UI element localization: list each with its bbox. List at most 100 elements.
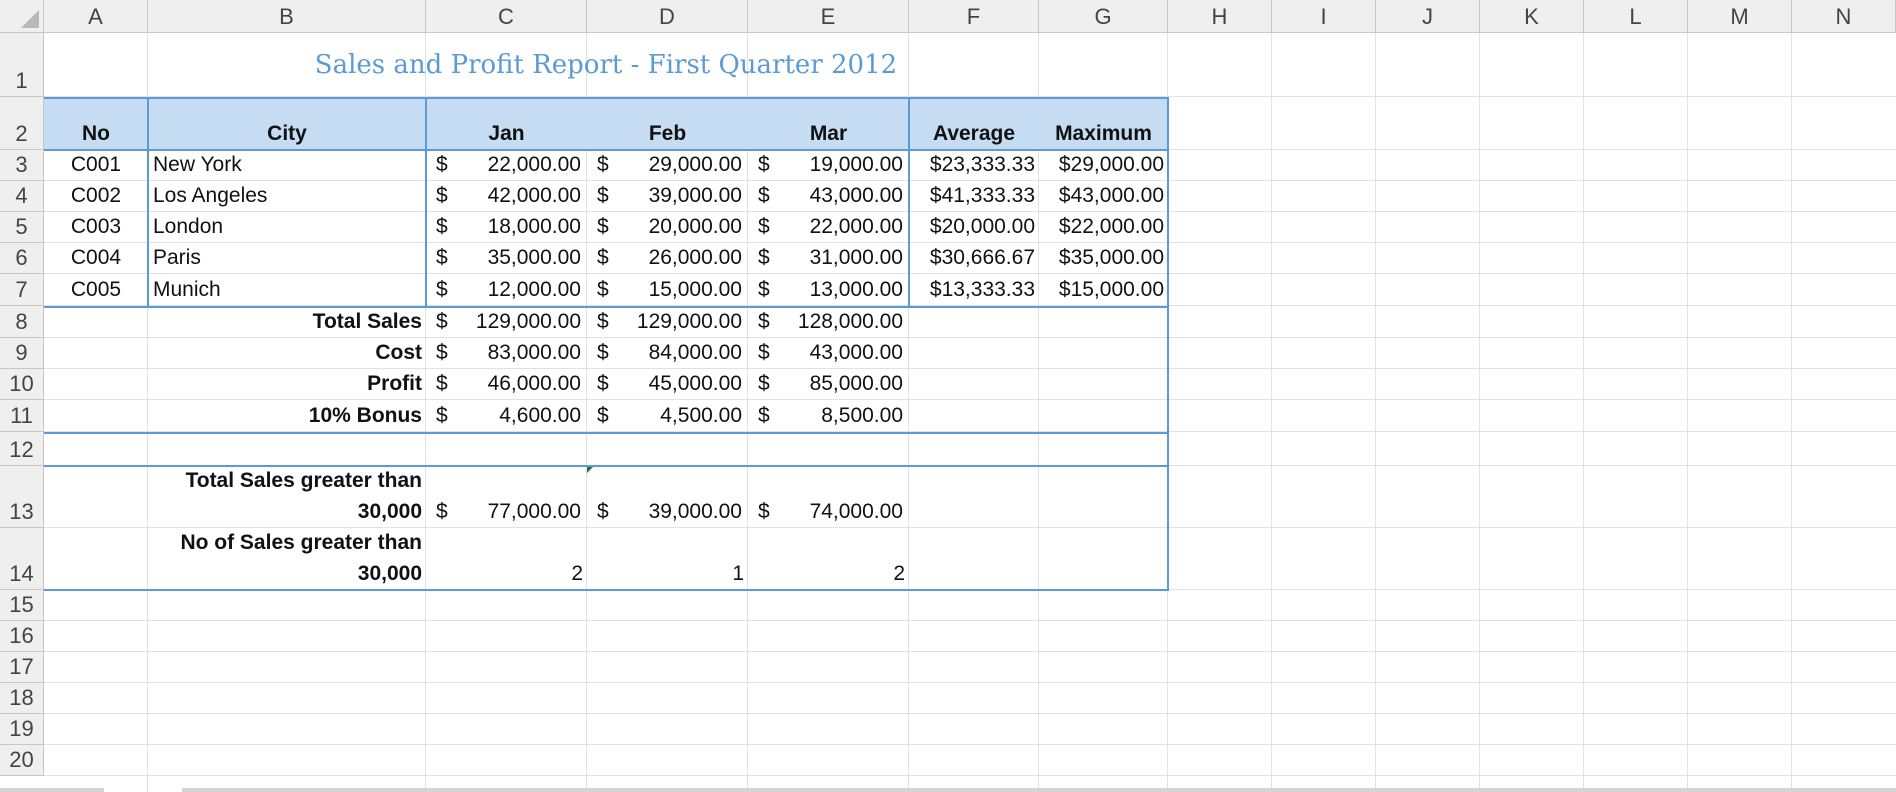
cell-jan[interactable]: $42,000.00 <box>426 181 587 212</box>
greater-than-total-label-line1[interactable]: Total Sales greater than <box>148 466 426 497</box>
row-header-15[interactable]: 15 <box>0 590 44 621</box>
summary-mar[interactable]: $8,500.00 <box>748 400 909 432</box>
row-header-5[interactable]: 5 <box>0 212 44 243</box>
summary-label[interactable]: Profit <box>148 369 426 400</box>
greater-than-count-label-line2[interactable]: 30,000 <box>148 559 426 590</box>
cell-feb[interactable]: $20,000.00 <box>587 212 748 243</box>
cell-no[interactable]: C001 <box>44 150 148 181</box>
cell-feb[interactable]: $29,000.00 <box>587 150 748 181</box>
column-header-e[interactable]: E <box>748 0 909 33</box>
cell-average[interactable]: $20,000.00 <box>909 212 1039 243</box>
horizontal-scrollbar[interactable] <box>182 788 1896 792</box>
report-title[interactable]: Sales and Profit Report - First Quarter … <box>44 33 1168 97</box>
cell-maximum[interactable]: $15,000.00 <box>1039 274 1168 306</box>
column-header-b[interactable]: B <box>148 0 426 33</box>
summary-feb[interactable]: $129,000.00 <box>587 306 748 338</box>
summary-jan[interactable]: $83,000.00 <box>426 338 587 369</box>
cell-no[interactable]: C005 <box>44 274 148 306</box>
cell-mar[interactable]: $13,000.00 <box>748 274 909 306</box>
cell-mar[interactable]: $19,000.00 <box>748 150 909 181</box>
column-header-c[interactable]: C <box>426 0 587 33</box>
column-header-i[interactable]: I <box>1272 0 1376 33</box>
row-header-18[interactable]: 18 <box>0 683 44 714</box>
summary-jan[interactable]: $4,600.00 <box>426 400 587 432</box>
sheet-tab-strip[interactable] <box>0 788 104 792</box>
cell-average[interactable]: $41,333.33 <box>909 181 1039 212</box>
summary-jan[interactable]: $129,000.00 <box>426 306 587 338</box>
cell-no[interactable]: C003 <box>44 212 148 243</box>
cell-city[interactable]: Paris <box>148 243 426 274</box>
header-mar[interactable]: Mar <box>748 97 909 150</box>
header-no[interactable]: No <box>44 97 148 150</box>
cell-mar[interactable]: $22,000.00 <box>748 212 909 243</box>
cell-feb[interactable]: $26,000.00 <box>587 243 748 274</box>
cell-average[interactable]: $13,333.33 <box>909 274 1039 306</box>
row-header-17[interactable]: 17 <box>0 652 44 683</box>
row-header-6[interactable]: 6 <box>0 243 44 274</box>
row-header-10[interactable]: 10 <box>0 369 44 400</box>
header-feb[interactable]: Feb <box>587 97 748 150</box>
header-jan[interactable]: Jan <box>426 97 587 150</box>
cell-jan[interactable]: $12,000.00 <box>426 274 587 306</box>
cell-average[interactable]: $23,333.33 <box>909 150 1039 181</box>
row-header-8[interactable]: 8 <box>0 306 44 338</box>
greater-than-total-feb[interactable]: $39,000.00 <box>587 497 748 528</box>
row-header-3[interactable]: 3 <box>0 150 44 181</box>
row-header-9[interactable]: 9 <box>0 338 44 369</box>
column-header-m[interactable]: M <box>1688 0 1792 33</box>
row-header-1[interactable]: 1 <box>0 33 44 97</box>
column-header-n[interactable]: N <box>1792 0 1896 33</box>
cell-jan[interactable]: $35,000.00 <box>426 243 587 274</box>
cell-jan[interactable]: $22,000.00 <box>426 150 587 181</box>
greater-than-count-jan[interactable]: 2 <box>426 559 587 590</box>
cell-feb[interactable]: $15,000.00 <box>587 274 748 306</box>
row-header-20[interactable]: 20 <box>0 745 44 776</box>
row-header-12[interactable]: 12 <box>0 432 44 466</box>
cell-mar[interactable]: $31,000.00 <box>748 243 909 274</box>
cell-maximum[interactable]: $43,000.00 <box>1039 181 1168 212</box>
cell-city[interactable]: New York <box>148 150 426 181</box>
row-header-7[interactable]: 7 <box>0 274 44 306</box>
summary-feb[interactable]: $4,500.00 <box>587 400 748 432</box>
greater-than-count-label-line1[interactable]: No of Sales greater than <box>148 528 426 559</box>
header-maximum[interactable]: Maximum <box>1039 97 1168 150</box>
row-header-19[interactable]: 19 <box>0 714 44 745</box>
cell-maximum[interactable]: $22,000.00 <box>1039 212 1168 243</box>
cell-average[interactable]: $30,666.67 <box>909 243 1039 274</box>
summary-label[interactable]: Cost <box>148 338 426 369</box>
summary-feb[interactable]: $84,000.00 <box>587 338 748 369</box>
greater-than-count-mar[interactable]: 2 <box>748 559 909 590</box>
row-header-2[interactable]: 2 <box>0 97 44 150</box>
summary-feb[interactable]: $45,000.00 <box>587 369 748 400</box>
row-header-4[interactable]: 4 <box>0 181 44 212</box>
column-header-f[interactable]: F <box>909 0 1039 33</box>
column-header-j[interactable]: J <box>1376 0 1480 33</box>
column-header-d[interactable]: D <box>587 0 748 33</box>
row-header-11[interactable]: 11 <box>0 400 44 432</box>
cell-jan[interactable]: $18,000.00 <box>426 212 587 243</box>
cell-feb[interactable]: $39,000.00 <box>587 181 748 212</box>
summary-mar[interactable]: $43,000.00 <box>748 338 909 369</box>
summary-label[interactable]: Total Sales <box>148 306 426 338</box>
cell-city[interactable]: London <box>148 212 426 243</box>
summary-label[interactable]: 10% Bonus <box>148 400 426 432</box>
row-header-16[interactable]: 16 <box>0 621 44 652</box>
error-indicator-icon[interactable] <box>587 466 594 473</box>
summary-mar[interactable]: $85,000.00 <box>748 369 909 400</box>
header-city[interactable]: City <box>148 97 426 150</box>
greater-than-total-jan[interactable]: $77,000.00 <box>426 497 587 528</box>
row-header-13[interactable]: 13 <box>0 466 44 528</box>
column-header-h[interactable]: H <box>1168 0 1272 33</box>
select-all-button[interactable] <box>0 0 44 33</box>
cell-mar[interactable]: $43,000.00 <box>748 181 909 212</box>
spreadsheet-grid[interactable]: ABCDEFGHIJKLMN 1 2 3 4 5 6 7 8 9 10 11 12 13 14 15 16 17… <box>0 0 1896 792</box>
greater-than-total-label-line2[interactable]: 30,000 <box>148 497 426 528</box>
greater-than-count-feb[interactable]: 1 <box>587 559 748 590</box>
cell-no[interactable]: C002 <box>44 181 148 212</box>
header-average[interactable]: Average <box>909 97 1039 150</box>
column-header-g[interactable]: G <box>1039 0 1168 33</box>
column-header-k[interactable]: K <box>1480 0 1584 33</box>
cell-city[interactable]: Los Angeles <box>148 181 426 212</box>
cell-maximum[interactable]: $29,000.00 <box>1039 150 1168 181</box>
cell-city[interactable]: Munich <box>148 274 426 306</box>
